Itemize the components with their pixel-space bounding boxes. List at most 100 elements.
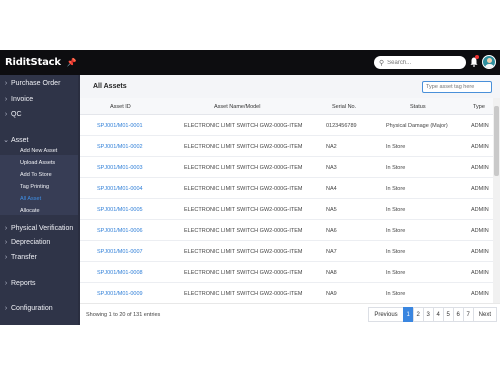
app-logo[interactable]: RiditStack	[5, 57, 61, 68]
sidebar-item-purchase-order[interactable]: › Purchase Order	[0, 76, 80, 90]
chevron-right-icon: ›	[4, 79, 8, 87]
sidebar-item-label: Asset	[11, 136, 29, 144]
app-window: RiditStack 📌 ⚲ › Purchase Order › Invoic…	[0, 50, 500, 325]
serial-cell: NA4	[326, 186, 337, 192]
table-row[interactable]: SPJ001/M01-0006 ELECTRONIC LIMIT SWITCH G…	[80, 221, 493, 241]
table-row[interactable]: SPJ001/M01-0009 ELECTRONIC LIMIT SWITCH G…	[80, 284, 493, 304]
asset-name-cell: ELECTRONIC LIMIT SWITCH GW2-000G-ITEM	[184, 270, 303, 276]
asset-id-cell[interactable]: SPJ001/M01-0009	[97, 291, 143, 297]
status-cell: In Store	[386, 186, 406, 192]
chevron-right-icon: ›	[4, 224, 8, 232]
asset-id-cell[interactable]: SPJ001/M01-0004	[97, 186, 143, 192]
vertical-scrollbar[interactable]	[493, 98, 500, 325]
sidebar-item-depreciation[interactable]: › Depreciation	[0, 235, 80, 249]
avatar-head	[487, 58, 492, 63]
status-cell: In Store	[386, 291, 406, 297]
page-header: All Assets	[80, 75, 500, 98]
asset-id-cell[interactable]: SPJ001/M01-0006	[97, 228, 143, 234]
top-bar: RiditStack 📌 ⚲	[0, 50, 500, 75]
serial-cell: 0123456789	[326, 123, 357, 129]
table-row[interactable]: SPJ001/M01-0005 ELECTRONIC LIMIT SWITCH G…	[80, 200, 493, 220]
table-row[interactable]: SPJ001/M01-0001 ELECTRONIC LIMIT SWITCH G…	[80, 116, 493, 136]
pagination: Previous 1234567 Next	[368, 307, 497, 322]
submenu-item-add-to-store[interactable]: Add To Store	[20, 172, 52, 178]
sidebar-item-label: Transfer	[11, 253, 37, 261]
column-header-type[interactable]: Type	[473, 104, 485, 110]
status-cell: In Store	[386, 144, 406, 150]
serial-cell: NA6	[326, 228, 337, 234]
sidebar-item-transfer[interactable]: › Transfer	[0, 250, 80, 264]
asset-id-cell[interactable]: SPJ001/M01-0005	[97, 207, 143, 213]
type-cell: ADMIN	[471, 165, 489, 171]
type-cell: ADMIN	[471, 123, 489, 129]
sidebar-item-invoice[interactable]: › Invoice	[0, 92, 80, 106]
sidebar-item-label: Depreciation	[11, 238, 51, 246]
asset-tag-filter-input[interactable]	[422, 81, 492, 93]
asset-id-cell[interactable]: SPJ001/M01-0003	[97, 165, 143, 171]
serial-cell: NA9	[326, 291, 337, 297]
table-row[interactable]: SPJ001/M01-0002 ELECTRONIC LIMIT SWITCH G…	[80, 137, 493, 157]
serial-cell: NA2	[326, 144, 337, 150]
table-row[interactable]: SPJ001/M01-0003 ELECTRONIC LIMIT SWITCH G…	[80, 158, 493, 178]
asset-id-cell[interactable]: SPJ001/M01-0007	[97, 249, 143, 255]
status-cell: In Store	[386, 249, 406, 255]
vertical-scrollbar-thumb[interactable]	[494, 106, 499, 176]
serial-cell: NA3	[326, 165, 337, 171]
table-row[interactable]: SPJ001/M01-0004 ELECTRONIC LIMIT SWITCH G…	[80, 179, 493, 199]
asset-name-cell: ELECTRONIC LIMIT SWITCH GW2-000G-ITEM	[184, 165, 303, 171]
serial-cell: NA7	[326, 249, 337, 255]
asset-name-cell: ELECTRONIC LIMIT SWITCH GW2-000G-ITEM	[184, 291, 303, 297]
type-cell: ADMIN	[471, 270, 489, 276]
submenu-item-all-asset[interactable]: All Asset	[20, 196, 41, 202]
submenu-item-tag-printing[interactable]: Tag Printing	[20, 184, 49, 190]
pin-icon[interactable]: 📌	[67, 58, 77, 67]
avatar[interactable]	[482, 55, 496, 69]
chevron-right-icon: ›	[4, 110, 8, 118]
page-numbers: 1234567	[402, 307, 474, 322]
notification-badge	[475, 55, 479, 59]
next-page-button[interactable]: Next	[472, 307, 497, 322]
sidebar-item-label: Invoice	[11, 95, 34, 103]
sidebar-item-label: QC	[11, 110, 22, 118]
sidebar-item-configuration[interactable]: › Configuration	[0, 301, 80, 315]
sidebar-item-label: Purchase Order	[11, 79, 61, 87]
asset-name-cell: ELECTRONIC LIMIT SWITCH GW2-000G-ITEM	[184, 249, 303, 255]
previous-page-button[interactable]: Previous	[368, 307, 404, 322]
sidebar-item-asset[interactable]: ⌄ Asset	[0, 133, 80, 147]
table-row[interactable]: SPJ001/M01-0007 ELECTRONIC LIMIT SWITCH G…	[80, 242, 493, 262]
asset-name-cell: ELECTRONIC LIMIT SWITCH GW2-000G-ITEM	[184, 207, 303, 213]
column-header-serial[interactable]: Serial No.	[332, 104, 356, 110]
chevron-right-icon: ›	[4, 304, 8, 312]
asset-name-cell: ELECTRONIC LIMIT SWITCH GW2-000G-ITEM	[184, 123, 303, 129]
page-title: All Assets	[93, 83, 127, 90]
sidebar-item-label: Configuration	[11, 304, 53, 312]
status-cell: In Store	[386, 270, 406, 276]
submenu-item-upload-assets[interactable]: Upload Assets	[20, 160, 55, 166]
column-header-asset-id[interactable]: Asset ID	[110, 104, 131, 110]
chevron-right-icon: ›	[4, 95, 8, 103]
status-cell: In Store	[386, 207, 406, 213]
type-cell: ADMIN	[471, 207, 489, 213]
type-cell: ADMIN	[471, 186, 489, 192]
table-footer: Showing 1 to 20 of 131 entries Previous …	[80, 303, 500, 325]
table-row[interactable]: SPJ001/M01-0008 ELECTRONIC LIMIT SWITCH G…	[80, 263, 493, 283]
table-header: Asset ID Asset Name/Model Serial No. Sta…	[80, 98, 493, 115]
column-header-asset-name[interactable]: Asset Name/Model	[214, 104, 260, 110]
submenu-item-add-new-asset[interactable]: Add New Asset	[20, 148, 57, 154]
sidebar-item-reports[interactable]: › Reports	[0, 276, 80, 290]
status-cell: Physical Damage (Major)	[386, 123, 448, 129]
column-header-status[interactable]: Status	[410, 104, 426, 110]
search-input[interactable]	[387, 59, 460, 66]
asset-id-cell[interactable]: SPJ001/M01-0001	[97, 123, 143, 129]
type-cell: ADMIN	[471, 291, 489, 297]
serial-cell: NA8	[326, 270, 337, 276]
sidebar-item-qc[interactable]: › QC	[0, 107, 80, 121]
asset-id-cell[interactable]: SPJ001/M01-0008	[97, 270, 143, 276]
chevron-right-icon: ›	[4, 279, 8, 287]
type-cell: ADMIN	[471, 249, 489, 255]
asset-id-cell[interactable]: SPJ001/M01-0002	[97, 144, 143, 150]
serial-cell: NA5	[326, 207, 337, 213]
search-box[interactable]: ⚲	[374, 56, 466, 69]
sidebar-item-physical-verification[interactable]: › Physical Verification	[0, 221, 80, 235]
submenu-item-allocate[interactable]: Allocate	[20, 208, 40, 214]
